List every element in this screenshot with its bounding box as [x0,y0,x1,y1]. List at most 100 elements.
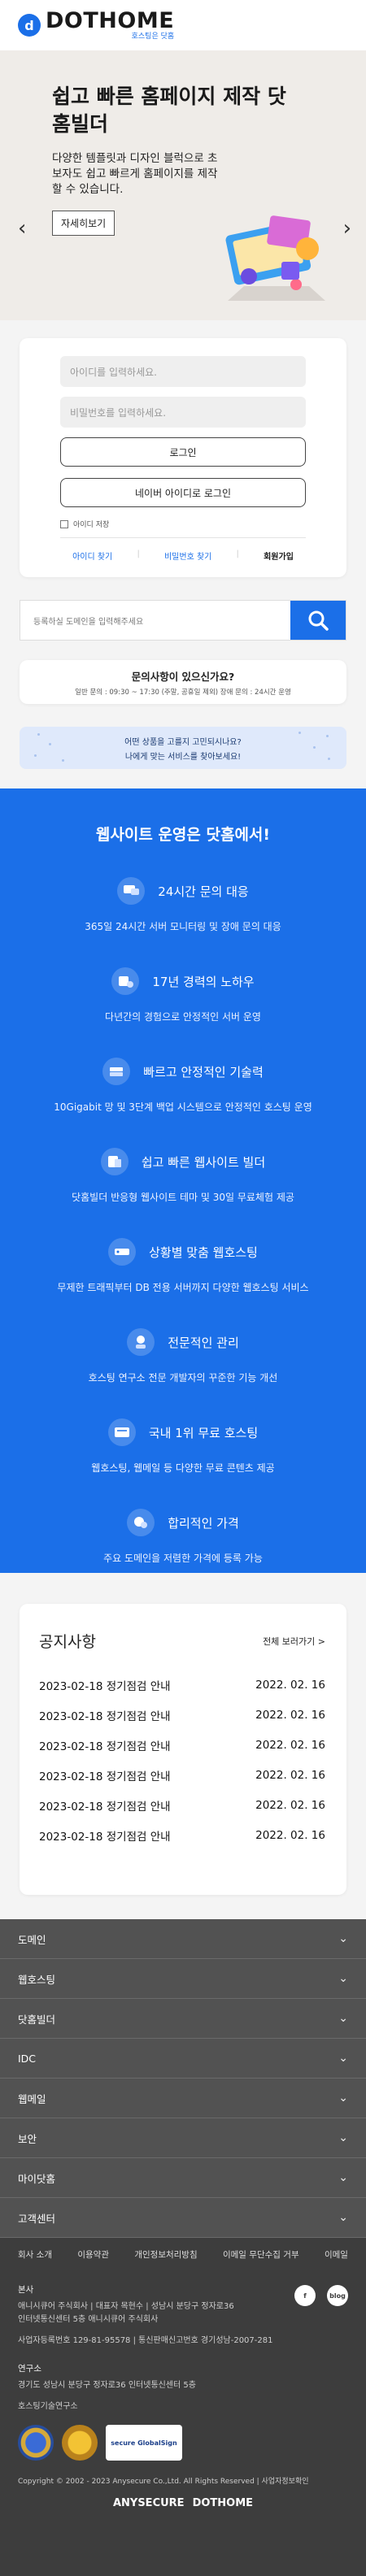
feature-description: 호스팅 연구소 전문 개발자의 꾸준한 기능 개선 [88,1372,278,1384]
naver-login-button[interactable]: 네이버 아이디로 로그인 [60,478,306,507]
hero-title: 쉽고 빠른 홈페이지 제작 닷홈빌더 [52,85,286,136]
footer-link[interactable]: 이메일 무단수집 거부 [223,2248,299,2261]
footer-menu-item[interactable]: IDC ⌄ [0,2039,366,2079]
notice-subject: 2023-02-18 정기점검 안내 [39,1710,171,1723]
feature-item: 전문적인 관리 호스팅 연구소 전문 개발자의 꾸준한 기능 개선 [0,1328,366,1384]
notice-date: 2022. 02. 16 [255,1739,325,1752]
notice-date: 2022. 02. 16 [255,1709,325,1722]
blog-icon[interactable]: blog [327,2285,348,2306]
notice-more-link[interactable]: 전체 보러가기 > [263,1635,325,1648]
help-card[interactable]: 문의사항이 있으신가요? 일반 문의 : 09:30 ~ 17:30 (주말, … [20,660,346,704]
footer-menu-item[interactable]: 웹호스팅 ⌄ [0,1959,366,1999]
dothome-footer-logo: DOTHOME [192,2497,254,2509]
id-input[interactable]: 아이디를 입력하세요. [60,356,306,387]
hq-line: 인터넷통신센터 5층 애니시큐어 주식회사 [18,2315,159,2324]
logo-tagline: 호스팅은 닷홈 [131,33,175,41]
chevron-down-icon: ⌄ [338,2131,348,2144]
notice-row[interactable]: 2023-02-18 정기점검 안내 2022. 02. 16 [39,1796,325,1814]
facebook-icon[interactable]: f [294,2285,316,2306]
checkbox-icon [60,519,68,528]
footer-brands: ANYSECURE DOTHOME [18,2497,348,2509]
footer-menu-item[interactable]: 도메인 ⌄ [0,1919,366,1959]
recommend-banner[interactable]: 어떤 상품을 고를지 고민되시나요? 나에게 맞는 서비스를 찾아보세요! [20,727,346,769]
hero-prev-arrow-icon[interactable]: ‹ [18,216,26,241]
notice-row[interactable]: 2023-02-18 정기점검 안내 2022. 02. 16 [39,1736,325,1754]
footer-menu-label: 고객센터 [18,2212,56,2225]
award-badge-icon [18,2425,54,2461]
feature-title: 24시간 문의 대응 [158,884,249,899]
feature-item: 쉽고 빠른 웹사이트 빌더 닷홈빌더 반응형 웹사이트 테마 및 30일 무료체험… [0,1148,366,1204]
feature-head: 17년 경력의 노하우 [0,967,366,995]
feature-description: 다년간의 경험으로 안정적인 서버 운영 [105,1011,261,1023]
footer-link[interactable]: 이메일 [325,2248,348,2261]
price-icon [127,1509,155,1536]
features-section: 웹사이트 운영은 닷홈에서! 24시간 문의 대응 365일 24시간 서버 모니… [0,788,366,1573]
footer-menu-item[interactable]: 보안 ⌄ [0,2118,366,2158]
logo[interactable]: DOTHOME 호스팅은 닷홈 [46,10,174,41]
chevron-down-icon: ⌄ [338,2211,348,2224]
notice-row[interactable]: 2023-02-18 정기점검 안내 2022. 02. 16 [39,1676,325,1694]
globalsign-secure-badge[interactable]: secure GlobalSign [106,2425,182,2461]
domain-search: 등록하실 도메인을 입력해주세요 [20,600,346,641]
security-badge-icon [62,2425,98,2461]
find-id-link[interactable]: 아이디 찾기 [72,550,112,562]
separator: | [137,550,140,558]
footer-menu-item[interactable]: 마이닷홈 ⌄ [0,2158,366,2198]
help-title: 문의사항이 있으신가요? [131,670,235,683]
login-button[interactable]: 로그인 [60,437,306,467]
notice-subject: 2023-02-18 정기점검 안내 [39,1831,171,1844]
feature-description: 무제한 트래픽부터 DB 전용 서버까지 다양한 웹호스팅 서비스 [57,1282,309,1293]
chevron-down-icon: ⌄ [338,2171,348,2184]
separator: | [236,550,239,558]
decorative-dots [29,727,337,769]
notice-row[interactable]: 2023-02-18 정기점검 안내 2022. 02. 16 [39,1827,325,1844]
hero-detail-button[interactable]: 자세히보기 [52,211,115,236]
help-hours: 일반 문의 : 09:30 ~ 17:30 (주말, 공휴일 제외) 장애 문의… [75,688,291,697]
notice-row[interactable]: 2023-02-18 정기점검 안내 2022. 02. 16 [39,1766,325,1784]
notice-list: 2023-02-18 정기점검 안내 2022. 02. 16 2023-02-18… [39,1676,325,1844]
login-links: 아이디 찾기 | 비밀번호 찾기 | 회원가입 [60,550,306,562]
find-password-link[interactable]: 비밀번호 찾기 [164,550,211,562]
business-number: 사업자등록번호 129-81-95578 | 통신판매신고번호 경기성남-200… [18,2336,273,2345]
domain-search-button[interactable] [290,601,346,640]
password-input[interactable]: 비밀번호를 입력하세요. [60,397,306,428]
footer-links: 회사 소개 이용약관 개인정보처리방침 이메일 무단수집 거부 이메일 [0,2238,366,2270]
footer-menu-label: 마이닷홈 [18,2172,56,2185]
keep-id-label: 아이디 저장 [73,521,110,529]
footer-menu-item[interactable]: 닷홈빌더 ⌄ [0,1999,366,2039]
notice-row[interactable]: 2023-02-18 정기점검 안내 2022. 02. 16 [39,1706,325,1724]
hosting-icon [108,1238,137,1266]
notice-subject: 2023-02-18 정기점검 안내 [39,1770,171,1783]
footer-link[interactable]: 이용약관 [77,2248,109,2261]
lab-label: 연구소 [18,2364,41,2374]
footer-link[interactable]: 개인정보처리방침 [134,2248,197,2261]
notice-date: 2022. 02. 16 [255,1799,325,1812]
footer-menu-item[interactable]: 웹메일 ⌄ [0,2079,366,2118]
notice-title: 공지사항 [39,1633,96,1651]
feature-item: 17년 경력의 노하우다년간의 경험으로 안정적인 서버 운영 [0,967,366,1023]
hero-illustration [225,215,325,301]
lab-name: 호스팅기술연구소 [18,2402,78,2411]
chevron-down-icon: ⌄ [338,1932,348,1945]
feature-item: 상황별 맞춤 웹호스팅 무제한 트래픽부터 DB 전용 서버까지 다양한 웹호스팅… [0,1238,366,1294]
notice-subject: 2023-02-18 정기점검 안내 [39,1680,171,1693]
notice-card: 공지사항 전체 보러가기 > 2023-02-18 정기점검 안내 2022. 0… [20,1604,346,1895]
social-links: f blog [294,2285,348,2306]
notice-subject: 2023-02-18 정기점검 안내 [39,1740,171,1753]
keep-id-checkbox[interactable]: 아이디 저장 [60,519,306,529]
feature-item: 합리적인 가격 주요 도메인을 저렴한 가격에 등록 가능 [0,1509,366,1565]
feature-item: 국내 1위 무료 호스팅 웹호스팅, 웹메일 등 다양한 무료 콘텐츠 제공 [0,1418,366,1475]
footer-menu-item[interactable]: 고객센터 ⌄ [0,2198,366,2238]
signup-link[interactable]: 회원가입 [264,550,294,562]
hero-banner: 쉽고 빠른 홈페이지 제작 닷홈빌더 다양한 템플릿과 디자인 블럭으로 초보자… [0,50,366,320]
domain-search-input[interactable]: 등록하실 도메인을 입력해주세요 [20,601,290,640]
footer-link[interactable]: 회사 소개 [18,2248,52,2261]
footer-menu-label: 도메인 [18,1933,46,1946]
footer-menu-label: 보안 [18,2132,37,2145]
logo-icon[interactable]: d [18,14,41,37]
feature-title: 빠르고 안정적인 기술력 [143,1064,264,1079]
feature-item: 빠르고 안정적인 기술력 10Gigabit 망 및 3단계 백업 시스템으로 안… [0,1058,366,1114]
feature-list: 24시간 문의 대응 365일 24시간 서버 모니터링 및 장애 문의 대응 17… [0,877,366,1565]
hero-next-arrow-icon[interactable]: › [343,216,351,241]
feature-description: 365일 24시간 서버 모니터링 및 장애 문의 대응 [85,921,281,932]
